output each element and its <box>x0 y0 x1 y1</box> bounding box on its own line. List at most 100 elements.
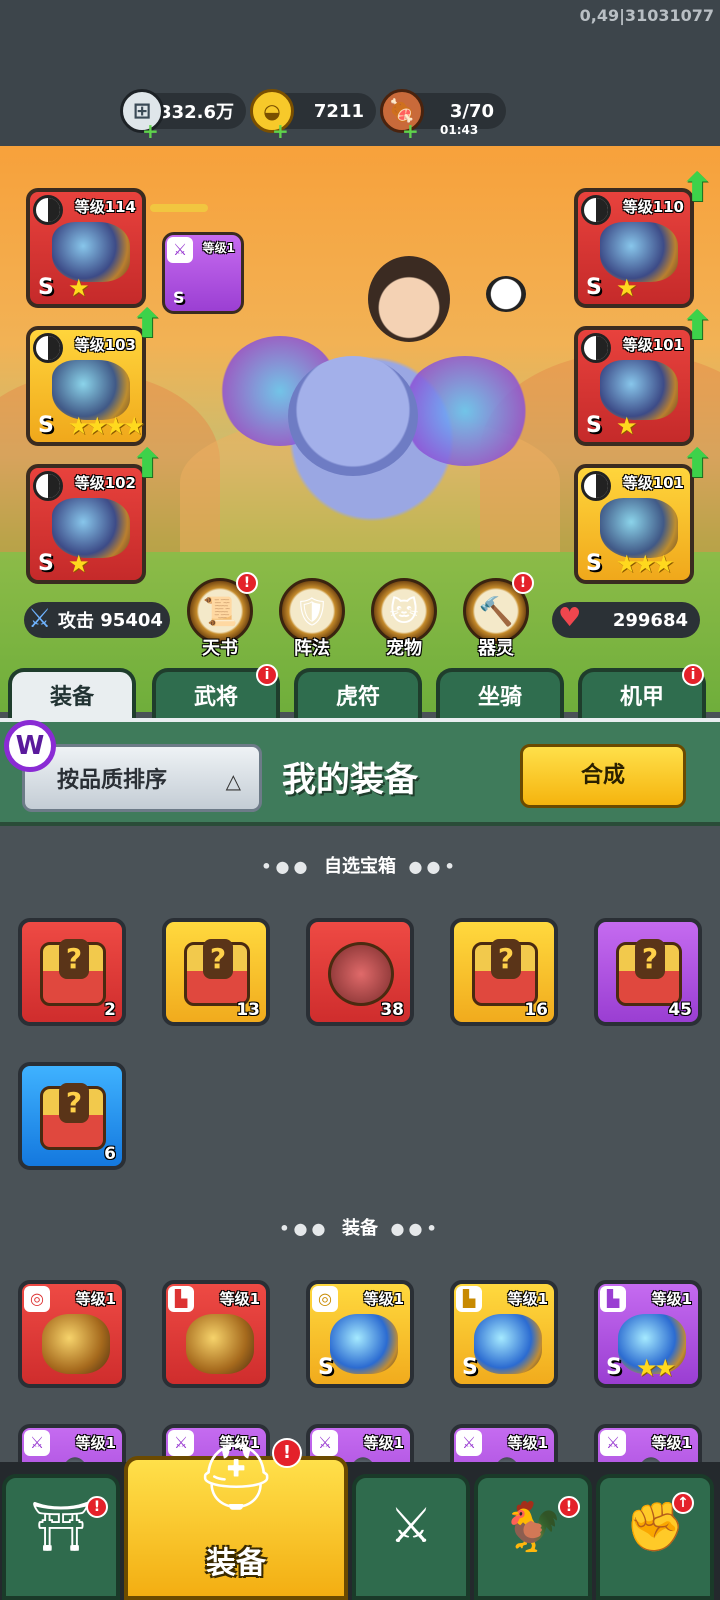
equipment-item[interactable]: ▙ 等级1 S <box>450 1280 558 1388</box>
elephant-wing-right <box>400 356 530 466</box>
star-rating: ★ <box>616 412 637 440</box>
alert-badge: ! <box>512 572 534 594</box>
armor-icon <box>52 498 130 558</box>
synthesize-button[interactable]: 合成 <box>520 744 686 808</box>
yinyang-icon <box>581 471 611 501</box>
star-rating: ★★★★ <box>68 412 145 440</box>
add-stamina-icon[interactable]: + <box>402 121 419 141</box>
sort-by-quality-button[interactable]: 按品质排序 △ <box>22 744 262 812</box>
tab-mecha[interactable]: 机甲 i <box>578 664 706 724</box>
weapon-icon <box>52 222 130 282</box>
chest-item[interactable]: ? 45 <box>594 918 702 1026</box>
add-silver-icon[interactable]: + <box>142 121 159 141</box>
chest-icon: ? <box>616 939 682 1006</box>
equipment-item[interactable]: ▙ 等级1 <box>162 1280 270 1388</box>
equip-slot-armor[interactable]: 等级102 S ★ <box>26 464 146 584</box>
tab-tiger-tally[interactable]: 虎符 <box>294 668 422 724</box>
tab-mount[interactable]: 坐骑 <box>436 668 564 724</box>
alert-badge: ! <box>272 1438 302 1468</box>
chest-icon: ? <box>40 939 106 1006</box>
nav-shop[interactable]: ⛩ ! <box>2 1474 120 1600</box>
rider-head <box>368 256 450 342</box>
silver-amount: 332.6万 <box>159 102 234 123</box>
alert-badge: ! <box>558 1496 580 1518</box>
upgrade-badge: ↑ <box>672 1492 694 1514</box>
alert-badge: ! <box>236 572 258 594</box>
chest-item[interactable]: ? 13 <box>162 918 270 1026</box>
equip-slot-weapon[interactable]: 等级114 S ★ <box>26 188 146 308</box>
boots-icon <box>600 498 678 558</box>
chest-item[interactable]: ? 2 <box>18 918 126 1026</box>
stamina-timer: 01:43 <box>440 123 479 137</box>
sword-type-icon: ⚔ <box>167 237 193 263</box>
chest-item[interactable]: 38 <box>306 918 414 1026</box>
chain-link-icon <box>150 204 208 212</box>
stamina-amount: 3/70 <box>449 100 494 122</box>
sword-type-icon: ⚔ <box>456 1430 482 1456</box>
nav-equipment[interactable]: ⛑ 装备 ! <box>124 1438 348 1600</box>
chest-section-title: •●● 自选宝箱 ●●• <box>261 856 459 877</box>
star-rating: ★ <box>68 274 89 302</box>
equip-slot-helmet[interactable]: 等级110 S ★ <box>574 188 694 308</box>
gold-currency[interactable]: ◒ + 7211 <box>250 89 376 141</box>
necklace-type-icon: ◎ <box>312 1286 338 1312</box>
boots-type-icon: ▙ <box>600 1286 626 1312</box>
nav-rooster[interactable]: 🐓 ! <box>474 1474 592 1600</box>
helmet-icon <box>600 222 678 282</box>
battle-icon: ⚔ <box>389 1498 433 1554</box>
attack-stat: ⚔ 攻击 95404 <box>24 602 170 638</box>
function-tianshu[interactable]: 📜 天书 ! <box>184 572 258 660</box>
chest-icon: ? <box>40 1083 106 1150</box>
necklace-icon <box>330 1314 398 1374</box>
function-qiling[interactable]: 🔨 器灵 ! <box>460 572 534 660</box>
boots-icon <box>186 1314 254 1374</box>
nav-battle[interactable]: ⚔ <box>352 1474 470 1600</box>
equipment-item[interactable]: ◎ 等级1 S <box>306 1280 414 1388</box>
upgrade-arrow-icon: ⬆ <box>680 441 714 487</box>
silver-currency[interactable]: ⊞ + 332.6万 <box>120 89 246 141</box>
boots-type-icon: ▙ <box>168 1286 194 1312</box>
chest-item[interactable]: ? 16 <box>450 918 558 1026</box>
helmet-icon: ⛑ <box>195 1441 277 1515</box>
equip-slot-necklace[interactable]: 等级103 S ★★★★ <box>26 326 146 446</box>
gloves-icon <box>600 360 678 420</box>
add-gold-icon[interactable]: + <box>272 121 289 141</box>
chest-item[interactable]: ? 6 <box>18 1062 126 1170</box>
tab-generals[interactable]: 武将 i <box>152 664 280 724</box>
elephant-face <box>288 356 418 476</box>
alert-badge: ! <box>86 1496 108 1518</box>
chest-icon: ? <box>472 939 538 1006</box>
function-zhenfa[interactable]: 🛡 阵法 <box>276 578 348 660</box>
tab-equipment[interactable]: 装备 <box>8 668 136 724</box>
triangle-up-icon: △ <box>225 769 241 793</box>
upgrade-arrow-icon: ⬆ <box>130 301 164 347</box>
yinyang-icon <box>581 333 611 363</box>
info-badge: i <box>256 664 278 686</box>
nav-upgrade[interactable]: ✊ ↑ <box>596 1474 714 1600</box>
star-rating: ★ <box>68 550 89 578</box>
upgrade-arrow-icon: ⬆ <box>680 303 714 349</box>
equip-slot-gloves[interactable]: 等级101 S ★ <box>574 326 694 446</box>
star-rating: ★★★ <box>616 550 675 578</box>
panda-companion <box>486 276 526 312</box>
equip-section-title: •●● 装备 ●●• <box>279 1218 441 1239</box>
equip-slot-boots[interactable]: 等级101 S ★★★ <box>574 464 694 584</box>
function-chongwu[interactable]: 🐱 宠物 <box>368 578 440 660</box>
necklace-type-icon: ◎ <box>24 1286 50 1312</box>
sword-type-icon: ⚔ <box>600 1430 626 1456</box>
star-rating: ★ <box>616 274 637 302</box>
equipment-item[interactable]: ◎ 等级1 <box>18 1280 126 1388</box>
upgrade-arrow-icon: ⬆ <box>130 441 164 487</box>
sword-type-icon: ⚔ <box>24 1430 50 1456</box>
chest-icon: ? <box>184 939 250 1006</box>
amulet-icon <box>42 1314 110 1374</box>
pet-chest-icon <box>328 942 394 1006</box>
gold-amount: 7211 <box>313 100 364 122</box>
overlay-w-logo-icon[interactable]: W <box>4 720 56 772</box>
linked-item-slot[interactable]: ⚔ 等级1 S <box>162 232 244 314</box>
info-badge: i <box>682 664 704 686</box>
top-status-bar: 0,49|31031077 ⊞ + 332.6万 ◒ + 7211 🍖 + 3/… <box>0 0 720 146</box>
fist-upgrade-icon: ✊ <box>625 1499 685 1555</box>
equipment-item[interactable]: ▙ 等级1 S ★★ <box>594 1280 702 1388</box>
yinyang-icon <box>581 195 611 225</box>
